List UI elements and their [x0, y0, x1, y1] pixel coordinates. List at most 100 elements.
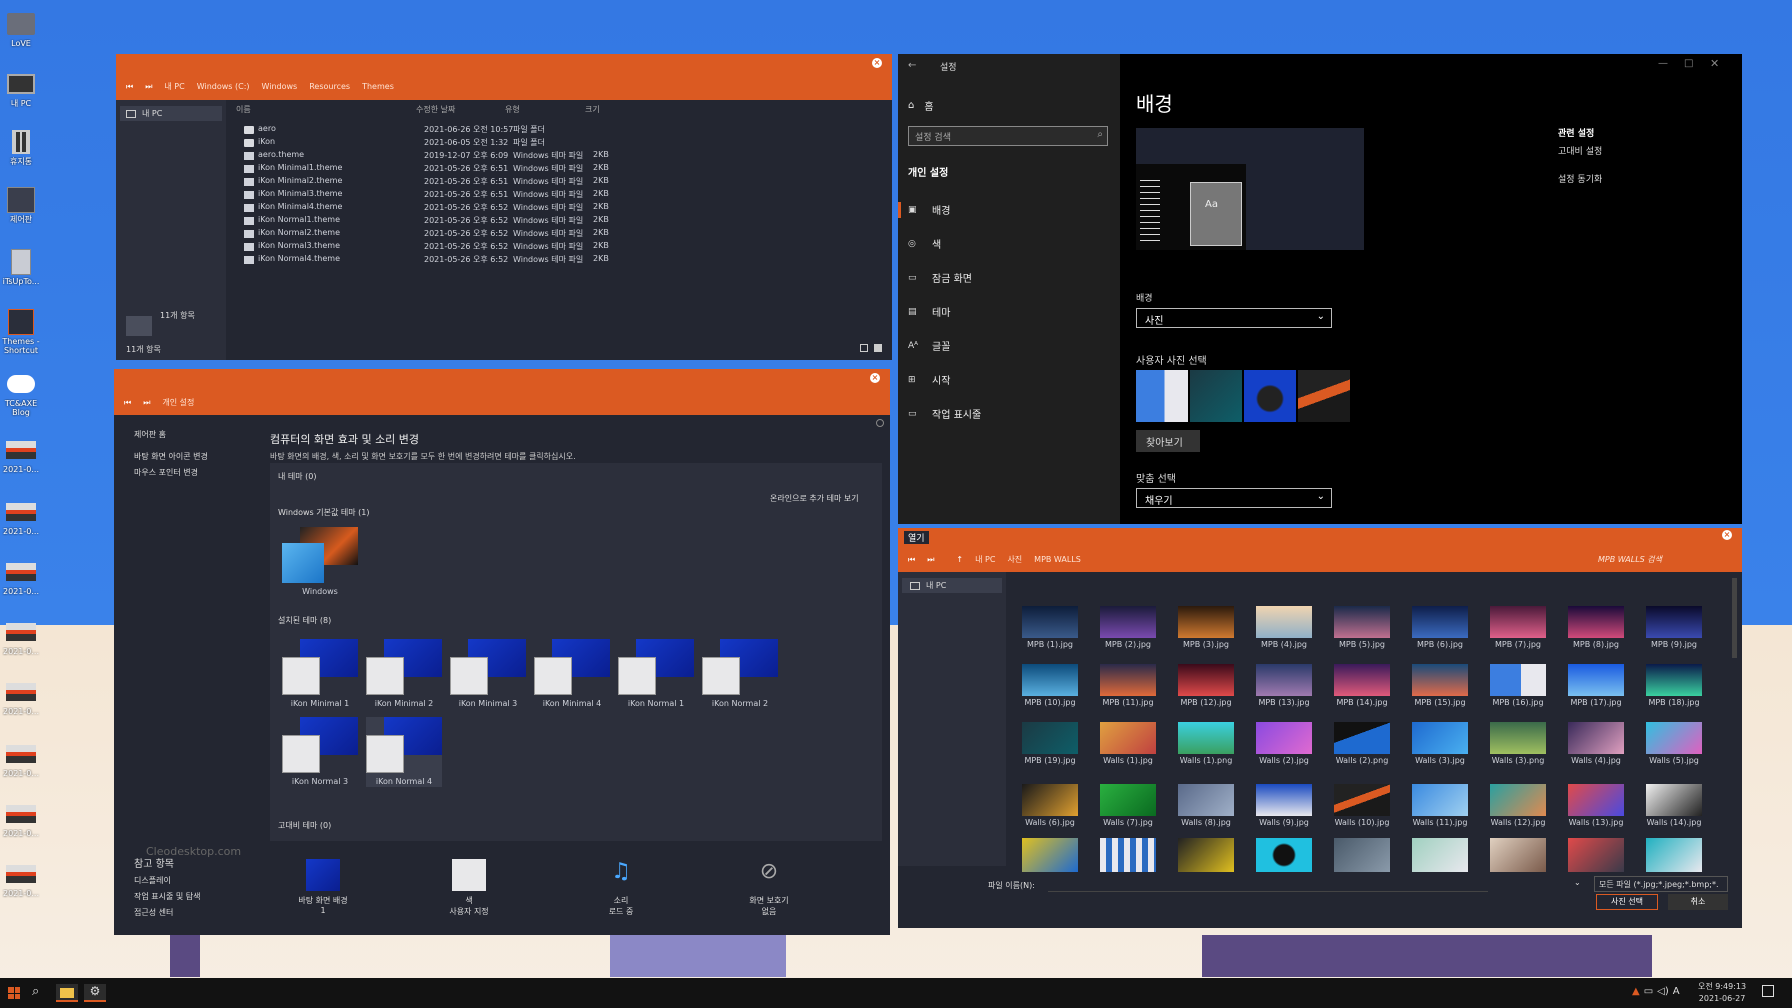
- file-thumbnail[interactable]: [1334, 722, 1390, 754]
- file-name[interactable]: MPB (7).jpg: [1483, 640, 1553, 649]
- fit-dropdown[interactable]: 채우기 ⌄: [1136, 488, 1332, 508]
- file-row[interactable]: iKon Normal1.theme 2021-05-26 오후 6:52 Wind…: [242, 215, 609, 228]
- file-thumbnail[interactable]: [1334, 606, 1390, 638]
- file-row[interactable]: iKon Normal4.theme 2021-05-26 오후 6:52 Wind…: [242, 254, 609, 267]
- theme-item[interactable]: iKon Normal 4: [366, 717, 442, 787]
- file-thumbnail[interactable]: [1100, 838, 1156, 872]
- help-icon[interactable]: [876, 419, 884, 427]
- ime-indicator[interactable]: A: [1673, 986, 1680, 997]
- file-name[interactable]: Walls (9).jpg: [1249, 818, 1319, 827]
- breadcrumb-item[interactable]: 사진: [1007, 554, 1022, 565]
- breadcrumb-item[interactable]: Themes: [362, 82, 394, 91]
- desktop-icon[interactable]: 2021-0...: [2, 558, 40, 596]
- file-thumbnail[interactable]: [1100, 784, 1156, 816]
- file-name[interactable]: Walls (8).jpg: [1171, 818, 1241, 827]
- back-icon[interactable]: ←: [908, 60, 916, 71]
- close-icon[interactable]: ✕: [1710, 57, 1719, 70]
- column-header-type[interactable]: 유형: [505, 104, 520, 115]
- file-thumbnail[interactable]: [1490, 784, 1546, 816]
- file-thumbnail[interactable]: [1256, 838, 1312, 872]
- file-name[interactable]: Walls (3).png: [1483, 756, 1553, 765]
- file-row[interactable]: iKon Normal3.theme 2021-05-26 오후 6:52 Wind…: [242, 241, 609, 254]
- personalization-titlebar[interactable]: [114, 369, 890, 415]
- personalize-option[interactable]: 색 사용자 지정: [434, 859, 504, 917]
- file-thumbnail[interactable]: [1490, 664, 1546, 696]
- column-header-date[interactable]: 수정한 날짜: [416, 104, 455, 115]
- photo-choice[interactable]: [1190, 370, 1242, 422]
- theme-item[interactable]: iKon Minimal 1: [282, 639, 358, 709]
- filename-input[interactable]: [1048, 876, 1488, 892]
- settings-nav-item[interactable]: ⊞ 시작: [908, 372, 950, 388]
- file-name[interactable]: Walls (6).jpg: [1015, 818, 1085, 827]
- file-row[interactable]: iKon Normal2.theme 2021-05-26 오후 6:52 Wind…: [242, 228, 609, 241]
- file-name[interactable]: MPB (2).jpg: [1093, 640, 1163, 649]
- breadcrumb-item[interactable]: Windows (C:): [197, 82, 250, 91]
- file-name[interactable]: MPB (17).jpg: [1561, 698, 1631, 707]
- notification-icon[interactable]: [1762, 985, 1774, 997]
- file-name[interactable]: MPB (1).jpg: [1015, 640, 1085, 649]
- file-row[interactable]: iKon Minimal2.theme 2021-05-26 오후 6:51 Win…: [242, 176, 609, 189]
- forward-icon[interactable]: ⏭: [927, 555, 934, 565]
- file-thumbnail[interactable]: [1646, 838, 1702, 872]
- file-row[interactable]: iKon Minimal1.theme 2021-05-26 오후 6:51 Win…: [242, 163, 609, 176]
- file-row[interactable]: iKon Minimal3.theme 2021-05-26 오후 6:51 Win…: [242, 189, 609, 202]
- file-row[interactable]: aero 2021-06-26 오전 10:57 파일 폴더: [242, 124, 593, 137]
- nav-mouse-pointer[interactable]: 마우스 포인터 변경: [134, 465, 208, 481]
- settings-nav-item[interactable]: ▭ 작업 표시줄: [908, 406, 981, 422]
- settings-nav-item[interactable]: ▣ 배경: [908, 202, 950, 218]
- theme-windows[interactable]: Windows: [282, 527, 358, 597]
- file-row[interactable]: aero.theme 2019-12-07 오후 6:09 Windows 테마 파…: [242, 150, 609, 163]
- search-icon[interactable]: ⌕: [32, 984, 39, 999]
- file-thumbnail[interactable]: [1568, 664, 1624, 696]
- file-name[interactable]: Walls (11).jpg: [1405, 818, 1475, 827]
- photo-choice[interactable]: [1244, 370, 1296, 422]
- settings-nav-item[interactable]: ◎ 색: [908, 236, 941, 252]
- desktop-icon[interactable]: iTsUpTo...: [2, 248, 40, 286]
- file-thumbnail[interactable]: [1412, 838, 1468, 872]
- high-contrast-link[interactable]: 고대비 설정: [1558, 144, 1602, 157]
- file-thumbnail[interactable]: [1022, 784, 1078, 816]
- sync-settings-link[interactable]: 설정 동기화: [1558, 172, 1602, 185]
- minimize-icon[interactable]: —: [1658, 58, 1668, 69]
- network-icon[interactable]: ▭: [1644, 986, 1653, 997]
- file-name[interactable]: Walls (13).jpg: [1561, 818, 1631, 827]
- file-name[interactable]: MPB (11).jpg: [1093, 698, 1163, 707]
- file-name[interactable]: MPB (5).jpg: [1327, 640, 1397, 649]
- back-icon[interactable]: ⏮: [124, 398, 131, 408]
- breadcrumb-item[interactable]: 내 PC: [975, 554, 995, 565]
- file-name[interactable]: Walls (4).jpg: [1561, 756, 1631, 765]
- file-thumbnail[interactable]: [1256, 722, 1312, 754]
- browse-button[interactable]: 찾아보기: [1136, 430, 1200, 452]
- file-name[interactable]: MPB (6).jpg: [1405, 640, 1475, 649]
- column-header-name[interactable]: 이름: [236, 104, 251, 115]
- theme-item[interactable]: iKon Normal 3: [282, 717, 358, 787]
- filename-dropdown-icon[interactable]: ⌄: [1574, 878, 1581, 887]
- breadcrumb-item[interactable]: Resources: [309, 82, 350, 91]
- filetype-dropdown[interactable]: 모든 파일 (*.jpg;*.jpeg;*.bmp;*.: [1594, 876, 1728, 892]
- file-thumbnail[interactable]: [1178, 606, 1234, 638]
- file-name[interactable]: MPB (12).jpg: [1171, 698, 1241, 707]
- file-name[interactable]: Walls (1).jpg: [1093, 756, 1163, 765]
- file-thumbnail[interactable]: [1568, 606, 1624, 638]
- file-name[interactable]: MPB (16).jpg: [1483, 698, 1553, 707]
- desktop-icon[interactable]: 내 PC: [2, 70, 40, 108]
- file-thumbnail[interactable]: [1256, 784, 1312, 816]
- photo-choice[interactable]: [1298, 370, 1350, 422]
- file-thumbnail[interactable]: [1646, 784, 1702, 816]
- back-icon[interactable]: ⏮: [126, 82, 133, 92]
- file-name[interactable]: MPB (18).jpg: [1639, 698, 1709, 707]
- close-icon[interactable]: ×: [1722, 530, 1732, 540]
- theme-item[interactable]: iKon Normal 2: [702, 639, 778, 709]
- file-thumbnail[interactable]: [1646, 722, 1702, 754]
- sidebar-item-this-pc[interactable]: 내 PC: [902, 578, 1002, 593]
- desktop-icon[interactable]: 휴지통: [2, 128, 40, 166]
- file-thumbnail[interactable]: [1490, 606, 1546, 638]
- forward-icon[interactable]: ⏭: [145, 82, 152, 92]
- select-photo-button[interactable]: 사진 선택: [1596, 894, 1658, 910]
- theme-item[interactable]: iKon Minimal 2: [366, 639, 442, 709]
- online-themes-link[interactable]: 온라인으로 추가 테마 보기: [770, 493, 859, 504]
- file-thumbnail[interactable]: [1334, 838, 1390, 872]
- desktop-icon[interactable]: TC&AXE Blog: [2, 370, 40, 417]
- close-icon[interactable]: ×: [870, 373, 880, 383]
- desktop-icon[interactable]: 2021-0...: [2, 498, 40, 536]
